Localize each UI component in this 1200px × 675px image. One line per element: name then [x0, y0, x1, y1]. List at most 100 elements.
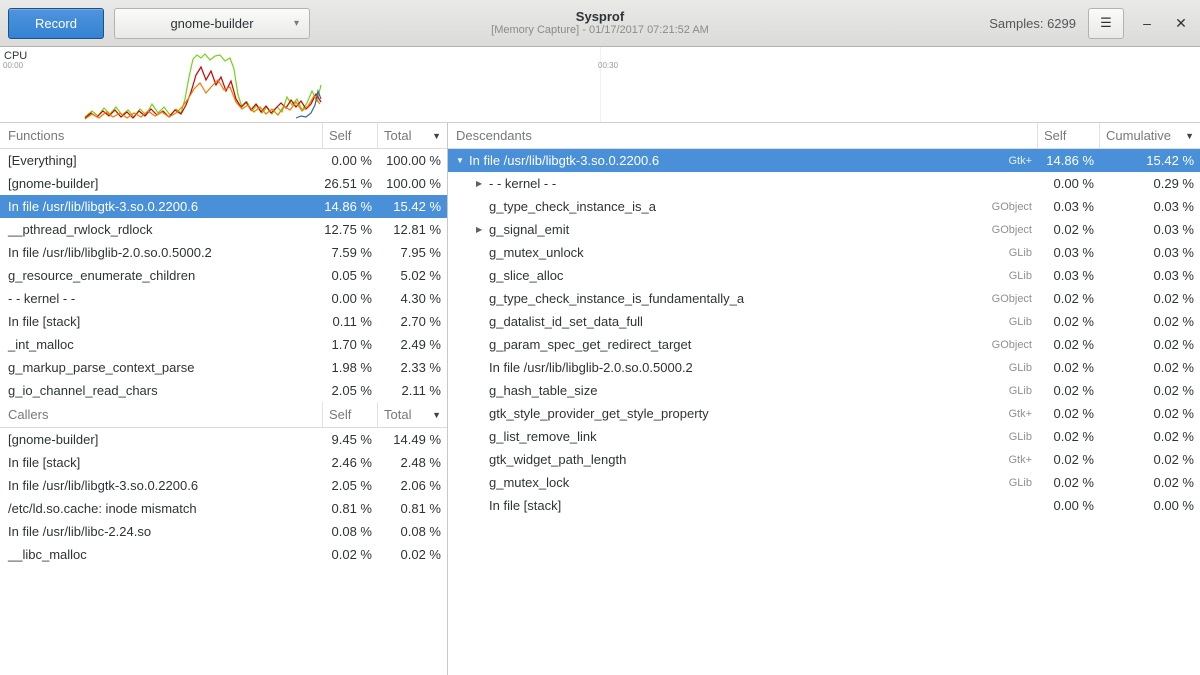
cell-function-name: In file /usr/lib/libglib-2.0.so.0.5000.2 [489, 360, 693, 375]
cell-self-percent: 0.02 % [1038, 218, 1100, 241]
cell-descendant: g_type_check_instance_is_aGObject [448, 195, 1038, 218]
cell-total-percent: 2.33 % [378, 356, 447, 379]
cell-self-percent: 0.02 % [1038, 379, 1100, 402]
table-row[interactable]: __pthread_rwlock_rdlock12.75 %12.81 % [0, 218, 447, 241]
tree-indent [456, 482, 476, 483]
cell-total-percent: 5.02 % [378, 264, 447, 287]
total-column-label: Total [384, 407, 411, 422]
cell-descendant: gtk_style_provider_get_style_propertyGtk… [448, 402, 1038, 425]
cell-self-percent: 0.03 % [1038, 264, 1100, 287]
time-tick-mid: 00:30 [598, 61, 618, 70]
table-row[interactable]: In file /usr/lib/libc-2.24.so0.08 %0.08 … [0, 520, 447, 543]
table-row[interactable]: g_slice_allocGLib0.03 %0.03 % [448, 264, 1200, 287]
table-row[interactable]: gtk_style_provider_get_style_propertyGtk… [448, 402, 1200, 425]
table-row[interactable]: _int_malloc1.70 %2.49 % [0, 333, 447, 356]
library-badge: Gtk+ [998, 408, 1032, 420]
close-button[interactable]: ✕ [1170, 8, 1192, 39]
left-pane: Functions Self Total ▼ [Everything]0.00 … [0, 123, 448, 675]
cell-function-name: [Everything] [0, 149, 323, 172]
self-column-header[interactable]: Self [323, 402, 378, 427]
table-row[interactable]: ▶g_signal_emitGObject0.02 %0.03 % [448, 218, 1200, 241]
cpu-graph[interactable]: CPU 00:00 00:30 [0, 47, 1200, 123]
descendants-table-header: Descendants Self Cumulative ▼ [448, 123, 1200, 149]
cell-descendant: g_list_remove_linkGLib [448, 425, 1038, 448]
cell-total-percent: 12.81 % [378, 218, 447, 241]
table-row[interactable]: ▼In file /usr/lib/libgtk-3.so.0.2200.6Gt… [448, 149, 1200, 172]
table-row[interactable]: In file /usr/lib/libgtk-3.so.0.2200.62.0… [0, 474, 447, 497]
cell-function-name: _int_malloc [0, 333, 323, 356]
cell-cumulative-percent: 0.03 % [1100, 241, 1200, 264]
record-button[interactable]: Record [8, 8, 104, 39]
cumulative-column-header[interactable]: Cumulative ▼ [1100, 123, 1200, 148]
table-row[interactable]: g_mutex_unlockGLib0.03 %0.03 % [448, 241, 1200, 264]
cell-cumulative-percent: 0.02 % [1100, 471, 1200, 494]
table-row[interactable]: g_datalist_id_set_data_fullGLib0.02 %0.0… [448, 310, 1200, 333]
expander-icon[interactable]: ▶ [476, 225, 489, 234]
cell-self-percent: 0.81 % [323, 497, 378, 520]
callers-column-header[interactable]: Callers [0, 402, 323, 427]
self-column-header[interactable]: Self [1038, 123, 1100, 148]
samples-count: Samples: 6299 [989, 16, 1076, 31]
menu-button[interactable]: ☰ [1088, 8, 1124, 39]
cell-total-percent: 2.11 % [378, 379, 447, 402]
cell-function-name: g_mutex_lock [489, 475, 569, 490]
descendants-column-header[interactable]: Descendants [448, 123, 1038, 148]
table-row[interactable]: In file [stack]2.46 %2.48 % [0, 451, 447, 474]
cell-cumulative-percent: 0.02 % [1100, 333, 1200, 356]
table-row[interactable]: g_param_spec_get_redirect_targetGObject0… [448, 333, 1200, 356]
minimize-button[interactable]: – [1136, 8, 1158, 39]
table-row[interactable]: gtk_widget_path_lengthGtk+0.02 %0.02 % [448, 448, 1200, 471]
page-subtitle: [Memory Capture] - 01/17/2017 07:21:52 A… [491, 24, 709, 37]
total-column-header[interactable]: Total ▼ [378, 402, 447, 427]
cell-function-name: g_list_remove_link [489, 429, 597, 444]
cell-descendant: ▶g_signal_emitGObject [448, 218, 1038, 241]
tree-indent [456, 183, 476, 184]
cell-descendant: g_hash_table_sizeGLib [448, 379, 1038, 402]
table-row[interactable]: g_list_remove_linkGLib0.02 %0.02 % [448, 425, 1200, 448]
cell-self-percent: 2.05 % [323, 474, 378, 497]
table-row[interactable]: g_type_check_instance_is_aGObject0.03 %0… [448, 195, 1200, 218]
table-row[interactable]: __libc_malloc0.02 %0.02 % [0, 543, 447, 566]
table-row[interactable]: g_resource_enumerate_children0.05 %5.02 … [0, 264, 447, 287]
table-row[interactable]: /etc/ld.so.cache: inode mismatch0.81 %0.… [0, 497, 447, 520]
cell-self-percent: 0.00 % [1038, 494, 1100, 517]
table-row[interactable]: In file [stack]0.00 %0.00 % [448, 494, 1200, 517]
table-row[interactable]: ▶- - kernel - -0.00 %0.29 % [448, 172, 1200, 195]
cell-total-percent: 0.08 % [378, 520, 447, 543]
cell-cumulative-percent: 0.03 % [1100, 264, 1200, 287]
tree-indent [456, 505, 476, 506]
cell-function-name: __pthread_rwlock_rdlock [0, 218, 323, 241]
table-row[interactable]: g_io_channel_read_chars2.05 %2.11 % [0, 379, 447, 402]
table-row[interactable]: [gnome-builder]26.51 %100.00 % [0, 172, 447, 195]
cell-total-percent: 100.00 % [378, 149, 447, 172]
table-row[interactable]: - - kernel - -0.00 %4.30 % [0, 287, 447, 310]
table-row[interactable]: In file /usr/lib/libgtk-3.so.0.2200.614.… [0, 195, 447, 218]
table-row[interactable]: [Everything]0.00 %100.00 % [0, 149, 447, 172]
tree-indent [456, 436, 476, 437]
cell-descendant: g_mutex_lockGLib [448, 471, 1038, 494]
total-column-header[interactable]: Total ▼ [378, 123, 447, 148]
functions-table-header: Functions Self Total ▼ [0, 123, 447, 149]
self-column-header[interactable]: Self [323, 123, 378, 148]
table-row[interactable]: [gnome-builder]9.45 %14.49 % [0, 428, 447, 451]
functions-column-header[interactable]: Functions [0, 123, 323, 148]
cell-self-percent: 26.51 % [323, 172, 378, 195]
expander-icon[interactable]: ▶ [476, 179, 489, 188]
cell-self-percent: 7.59 % [323, 241, 378, 264]
cell-total-percent: 15.42 % [378, 195, 447, 218]
expander-icon[interactable]: ▼ [456, 156, 469, 165]
cell-self-percent: 0.02 % [1038, 310, 1100, 333]
cell-total-percent: 2.06 % [378, 474, 447, 497]
process-selector-dropdown[interactable]: gnome-builder ▾ [114, 8, 310, 39]
cell-self-percent: 1.98 % [323, 356, 378, 379]
table-row[interactable]: In file /usr/lib/libglib-2.0.so.0.5000.2… [0, 241, 447, 264]
cell-function-name: In file /usr/lib/libc-2.24.so [0, 520, 323, 543]
table-row[interactable]: g_type_check_instance_is_fundamentally_a… [448, 287, 1200, 310]
callers-table: [gnome-builder]9.45 %14.49 %In file [sta… [0, 428, 447, 566]
table-row[interactable]: g_mutex_lockGLib0.02 %0.02 % [448, 471, 1200, 494]
cell-function-name: g_io_channel_read_chars [0, 379, 323, 402]
table-row[interactable]: g_hash_table_sizeGLib0.02 %0.02 % [448, 379, 1200, 402]
table-row[interactable]: In file [stack]0.11 %2.70 % [0, 310, 447, 333]
table-row[interactable]: g_markup_parse_context_parse1.98 %2.33 % [0, 356, 447, 379]
table-row[interactable]: In file /usr/lib/libglib-2.0.so.0.5000.2… [448, 356, 1200, 379]
